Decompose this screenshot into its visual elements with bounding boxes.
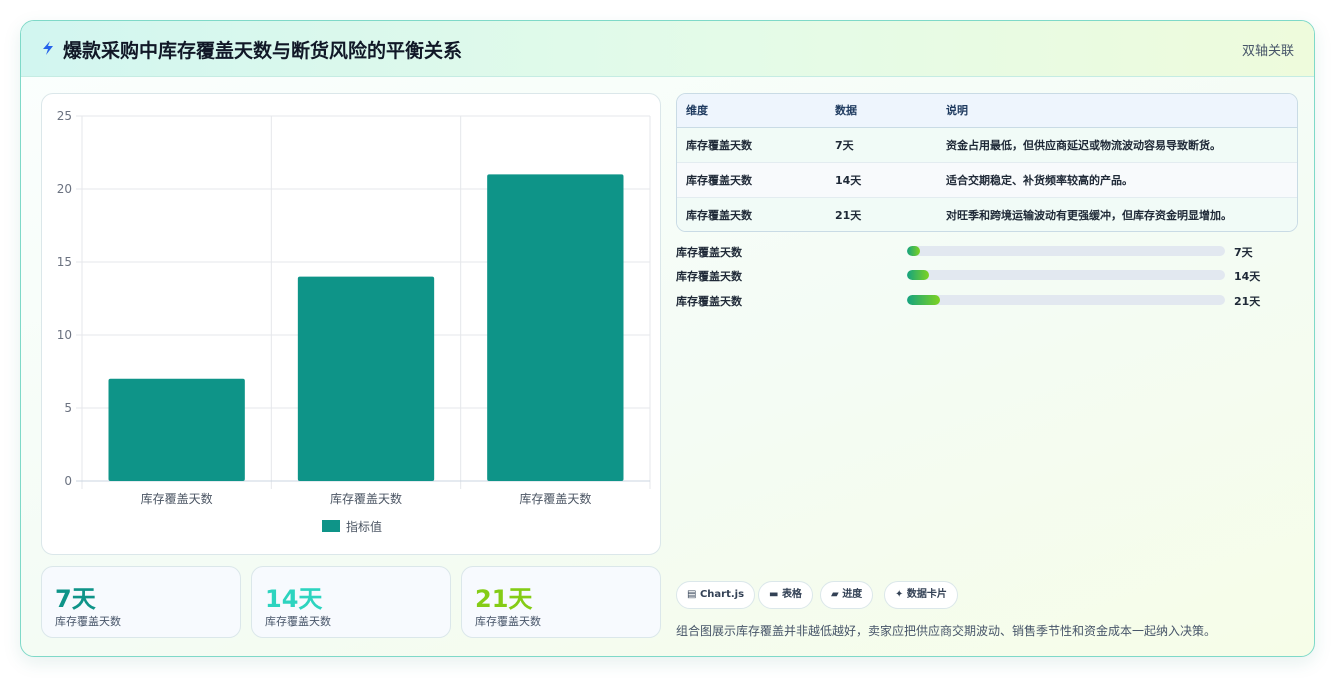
progress-row: 库存覆盖天数 21天 xyxy=(676,292,1298,308)
card-header: 爆款采购中库存覆盖天数与断货风险的平衡关系 双轴关联 xyxy=(21,21,1314,77)
stat-card-1: 7天 库存覆盖天数 xyxy=(41,566,241,638)
table-cell: 库存覆盖天数 xyxy=(686,138,752,152)
tag-table[interactable]: ▬ 表格 xyxy=(758,581,813,609)
data-table: 维度 数据 说明 库存覆盖天数 7天 资金占用最低，但供应商延迟或物流波动容易导… xyxy=(676,93,1298,232)
column-header: 数据 xyxy=(826,94,937,128)
progress-row: 库存覆盖天数 7天 xyxy=(676,243,1298,259)
x-tick-label: 库存覆盖天数 xyxy=(330,491,402,506)
table-row: 库存覆盖天数 7天 资金占用最低，但供应商延迟或物流波动容易导致断货。 xyxy=(677,127,1297,162)
y-tick-label: 5 xyxy=(64,401,72,415)
legend-label: 指标值 xyxy=(346,519,382,534)
table-header-row: 维度 数据 说明 xyxy=(677,94,1297,128)
mode-badge[interactable]: 双轴关联 xyxy=(1242,40,1294,59)
y-tick-label: 20 xyxy=(57,182,72,196)
progress-fill xyxy=(907,270,930,280)
tag-label: 进度 xyxy=(842,589,863,600)
dashboard-card: 爆款采购中库存覆盖天数与断货风险的平衡关系 双轴关联 0 5 10 15 20 25 库存覆… xyxy=(20,20,1315,657)
bar xyxy=(108,378,245,481)
tag-label: 数据卡片 xyxy=(906,589,947,600)
column-header: 维度 xyxy=(677,94,826,128)
page-title: 爆款采购中库存覆盖天数与断货风险的平衡关系 xyxy=(63,40,463,62)
stat-value: 21天 xyxy=(475,585,533,613)
y-tick-label: 15 xyxy=(57,255,72,269)
bar-chart: 0510152025库存覆盖天数 库存覆盖天数 库存覆盖天数指标值 xyxy=(57,109,651,534)
tag-label: 表格 xyxy=(781,589,802,600)
tag-progress[interactable]: ▰ 进度 xyxy=(820,581,874,609)
bar-chart-icon: ▤ xyxy=(687,589,697,600)
table-cell: 14天 xyxy=(826,161,937,197)
stat-label: 库存覆盖天数 xyxy=(265,615,331,628)
table-row: 库存覆盖天数 14天 适合交期稳定、补货频率较高的产品。 xyxy=(677,161,1297,197)
table-cell: 21天 xyxy=(826,196,937,231)
table-cell: 对旺季和跨境运输波动有更强缓冲，但库存资金明显增加。 xyxy=(937,196,1297,231)
lightning-icon xyxy=(43,41,53,55)
stat-card-3: 21天 库存覆盖天数 xyxy=(461,566,661,638)
x-tick-label: 库存覆盖天数 xyxy=(519,491,591,506)
bar-chart-panel: 0 5 10 15 20 25 库存覆盖天数 库存覆盖天数 库存覆盖天数 指标值 xyxy=(41,93,661,555)
x-tick-label: 库存覆盖天数 xyxy=(141,491,213,506)
progress-track xyxy=(907,270,1225,280)
progress-value: 14天 xyxy=(1234,270,1261,283)
legend-swatch xyxy=(322,520,340,532)
footnote: 组合图展示库存覆盖并非越低越好，卖家应把供应商交期波动、销售季节性和资金成本一起… xyxy=(676,624,1217,638)
y-tick-label: 0 xyxy=(64,474,72,488)
bar xyxy=(487,174,624,481)
tag-data-cards[interactable]: ✦ 数据卡片 xyxy=(884,581,958,609)
stat-value: 7天 xyxy=(55,585,96,613)
table-icon: ▬ xyxy=(769,589,779,600)
progress-icon: ▰ xyxy=(831,589,839,600)
table-cell: 适合交期稳定、补货频率较高的产品。 xyxy=(937,161,1297,197)
bar xyxy=(297,276,435,481)
progress-value: 7天 xyxy=(1234,246,1253,259)
progress-fill xyxy=(907,295,941,305)
progress-label: 库存覆盖天数 xyxy=(676,295,742,308)
y-tick-label: 10 xyxy=(57,328,72,342)
tag-label: Chart.js xyxy=(699,589,745,600)
tag-chartjs[interactable]: ▤ Chart.js xyxy=(676,581,756,609)
y-tick-label: 25 xyxy=(57,109,72,123)
table-row: 库存覆盖天数 21天 对旺季和跨境运输波动有更强缓冲，但库存资金明显增加。 xyxy=(677,196,1297,231)
stat-value: 14天 xyxy=(265,585,323,613)
column-header: 说明 xyxy=(937,94,1297,128)
progress-track xyxy=(907,246,1225,256)
table-cell: 资金占用最低，但供应商延迟或物流波动容易导致断货。 xyxy=(946,138,1221,152)
stat-label: 库存覆盖天数 xyxy=(55,615,121,628)
progress-label: 库存覆盖天数 xyxy=(676,270,742,283)
sparkle-icon: ✦ xyxy=(895,589,904,600)
progress-row: 库存覆盖天数 14天 xyxy=(676,267,1298,283)
table-cell: 7天 xyxy=(835,138,854,152)
stat-card-2: 14天 库存覆盖天数 xyxy=(251,566,451,638)
progress-value: 21天 xyxy=(1234,295,1261,308)
table-cell: 库存覆盖天数 xyxy=(677,196,826,231)
progress-label: 库存覆盖天数 xyxy=(676,246,742,259)
progress-track xyxy=(907,295,1225,305)
table-cell: 库存覆盖天数 xyxy=(677,161,826,197)
progress-fill xyxy=(907,246,921,256)
stat-label: 库存覆盖天数 xyxy=(475,615,541,628)
